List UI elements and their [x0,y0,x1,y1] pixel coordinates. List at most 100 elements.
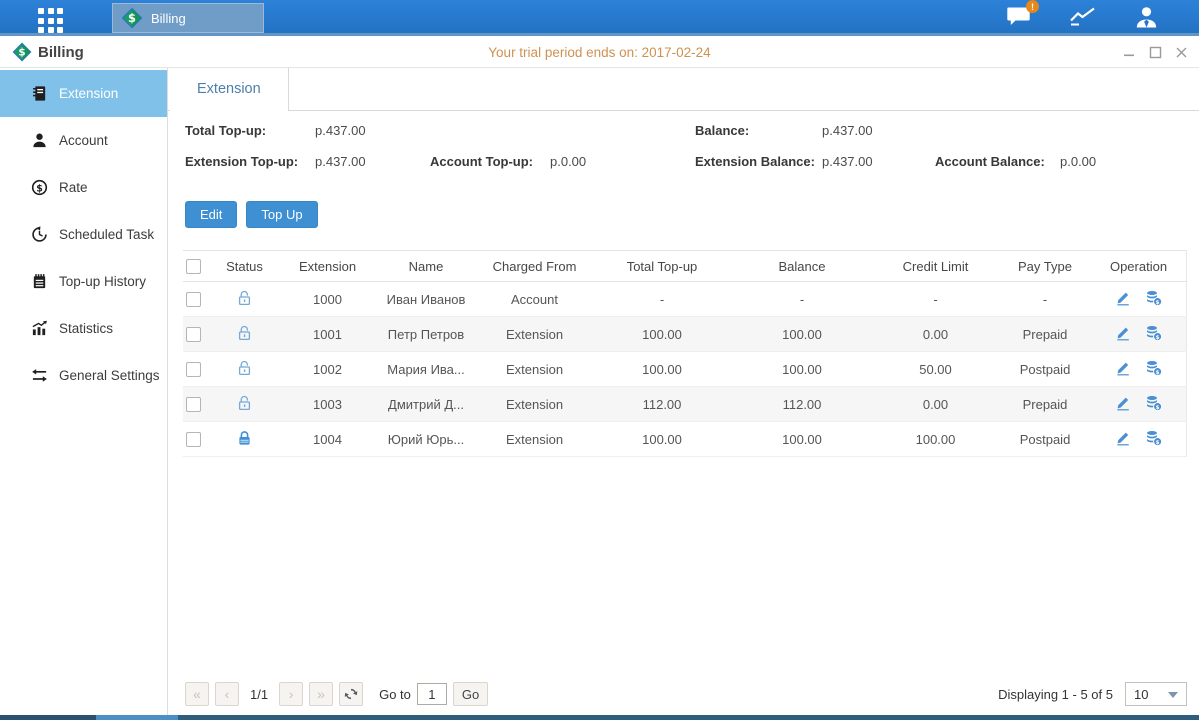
edit-row-icon[interactable] [1115,325,1131,344]
summary-panel: Total Top-up: p.437.00 Balance: p.437.00… [168,121,1199,185]
topup-row-icon[interactable]: $ [1145,430,1162,449]
table-row: 1001Петр ПетровExtension100.00100.000.00… [183,317,1187,352]
billing-window-icon: $ [12,42,32,62]
first-page-button[interactable]: « [185,682,209,706]
row-select-checkbox[interactable] [186,397,201,412]
row-select-checkbox[interactable] [186,362,201,377]
cell-name: Петр Петров [375,317,477,352]
page-size-value: 10 [1134,687,1148,702]
lock-open-icon[interactable] [237,360,252,379]
svg-text:$: $ [1156,299,1160,305]
account-balance-label: Account Balance: [935,154,1045,169]
edit-row-icon[interactable] [1115,360,1131,379]
top-up-button[interactable]: Top Up [246,201,317,228]
sidebar: Extension Account $ Rate [0,68,168,715]
svg-text:$: $ [1156,369,1160,375]
cell-total-topup: 100.00 [592,352,732,387]
svg-text:$: $ [36,183,43,194]
edit-button[interactable]: Edit [185,201,237,228]
table-row: 1002Мария Ива...Extension100.00100.0050.… [183,352,1187,387]
select-all-checkbox[interactable] [186,259,201,274]
topup-row-icon[interactable]: $ [1145,325,1162,344]
trial-notice: Your trial period ends on: 2017-02-24 [0,36,1199,68]
extension-balance-value: p.437.00 [822,154,873,169]
prev-page-button[interactable]: ‹ [215,682,239,706]
taskbar-tab-billing[interactable]: $ Billing [112,3,264,33]
refresh-button[interactable] [339,682,363,706]
cell-total-topup: - [592,282,732,317]
account-icon [30,132,48,150]
lock-closed-icon[interactable] [237,430,252,449]
sidebar-item-label: Statistics [59,321,113,336]
col-operation: Operation [1091,251,1187,282]
minimize-icon[interactable] [1121,44,1137,60]
topup-row-icon[interactable]: $ [1145,395,1162,414]
row-select-checkbox[interactable] [186,327,201,342]
sidebar-item-general-settings[interactable]: General Settings [0,352,167,399]
cell-balance: 112.00 [732,387,872,422]
account-balance-value: p.0.00 [1060,154,1096,169]
close-icon[interactable] [1173,44,1189,60]
main-content: Extension Total Top-up: p.437.00 Balance… [168,68,1199,715]
svg-text:$: $ [1156,404,1160,410]
user-account-icon[interactable] [1134,6,1159,28]
reports-chart-icon[interactable] [1069,7,1096,27]
row-select-checkbox[interactable] [186,432,201,447]
lock-open-icon[interactable] [237,395,252,414]
account-topup-label: Account Top-up: [430,154,533,169]
window-bottom-edge [0,715,1199,720]
cell-pay-type: Postpaid [999,352,1091,387]
last-page-button[interactable]: » [309,682,333,706]
next-page-button[interactable]: › [279,682,303,706]
edit-row-icon[interactable] [1115,430,1131,449]
cell-charged-from: Account [477,282,592,317]
sidebar-item-label: Top-up History [59,274,146,289]
cell-extension: 1000 [280,282,375,317]
cell-credit-limit: 0.00 [872,317,999,352]
goto-page-input[interactable] [417,683,447,705]
cell-credit-limit: 50.00 [872,352,999,387]
sidebar-item-label: Extension [59,86,118,101]
sidebar-item-statistics[interactable]: Statistics [0,305,167,352]
page-size-select[interactable]: 10 [1125,682,1187,706]
row-select-checkbox[interactable] [186,292,201,307]
maximize-icon[interactable] [1147,44,1163,60]
table-row: 1000Иван ИвановAccount----$ [183,282,1187,317]
chevron-down-icon [1168,692,1178,698]
edit-row-icon[interactable] [1115,290,1131,309]
notifications-icon[interactable]: ! [1006,6,1031,27]
extensions-table: Status Extension Name Charged From Total… [183,250,1187,457]
app-grid-icon[interactable] [38,8,63,33]
general-settings-icon [30,367,48,385]
cell-pay-type: Prepaid [999,387,1091,422]
lock-open-icon[interactable] [237,325,252,344]
sidebar-item-scheduled-task[interactable]: Scheduled Task [0,211,167,258]
cell-balance: 100.00 [732,317,872,352]
cell-name: Юрий Юрь... [375,422,477,457]
go-button[interactable]: Go [453,682,488,706]
sidebar-item-label: Rate [59,180,88,195]
cell-charged-from: Extension [477,352,592,387]
lock-open-icon[interactable] [237,290,252,309]
cell-credit-limit: - [872,282,999,317]
balance-label: Balance: [695,123,749,138]
svg-text:$: $ [128,11,136,25]
tab-extension[interactable]: Extension [170,68,289,111]
cell-pay-type: Prepaid [999,317,1091,352]
topup-history-icon [30,273,48,291]
billing-app-icon: $ [121,7,143,29]
sidebar-item-extension[interactable]: Extension [0,70,167,117]
sidebar-item-rate[interactable]: $ Rate [0,164,167,211]
col-credit-limit: Credit Limit [872,251,999,282]
cell-credit-limit: 100.00 [872,422,999,457]
page-indicator: 1/1 [250,687,268,702]
cell-charged-from: Extension [477,387,592,422]
table-row: 1003Дмитрий Д...Extension112.00112.000.0… [183,387,1187,422]
topup-row-icon[interactable]: $ [1145,360,1162,379]
topup-row-icon[interactable]: $ [1145,290,1162,309]
sidebar-item-label: Account [59,133,108,148]
edit-row-icon[interactable] [1115,395,1131,414]
sidebar-item-account[interactable]: Account [0,117,167,164]
scheduled-task-icon [30,226,48,244]
sidebar-item-topup-history[interactable]: Top-up History [0,258,167,305]
